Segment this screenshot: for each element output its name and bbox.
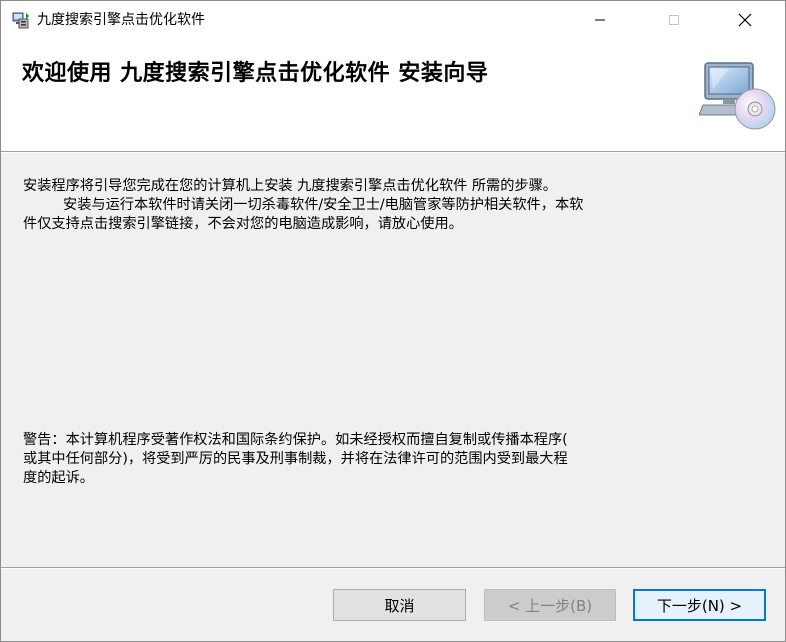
installer-icon bbox=[11, 10, 31, 30]
warning-line: 度的起诉。 bbox=[23, 470, 94, 486]
cancel-button[interactable]: 取消 bbox=[333, 589, 466, 621]
intro-line: 安装程序将引导您完成在您的计算机上安装 九度搜索引擎点击优化软件 所需的步骤。 bbox=[23, 178, 557, 194]
footer-divider bbox=[1, 567, 785, 569]
minimize-icon bbox=[594, 14, 606, 26]
close-icon bbox=[738, 13, 752, 27]
intro-line: 件仅支持点击搜索引擎链接，不会对您的电脑造成影响，请放心使用。 bbox=[23, 216, 463, 232]
warning-line: 或其中任何部分)，将受到严厉的民事及刑事制裁，并将在法律许可的范围内受到最大程 bbox=[23, 451, 568, 467]
window-title: 九度搜索引擎点击优化软件 bbox=[37, 12, 205, 28]
intro-line: 安装与运行本软件时请关闭一切杀毒软件/安全卫士/电脑管家等防护相关软件，本软 bbox=[63, 197, 584, 213]
intro-text: 安装程序将引导您完成在您的计算机上安装 九度搜索引擎点击优化软件 所需的步骤。 … bbox=[23, 177, 768, 234]
back-button: < 上一步(B) bbox=[484, 589, 616, 621]
next-button[interactable]: 下一步(N) > bbox=[633, 589, 766, 621]
installer-window: 九度搜索引擎点击优化软件 欢迎使用 九度搜索引擎点击优化软件 安装向导 安装程序… bbox=[0, 0, 786, 642]
maximize-button bbox=[651, 1, 697, 39]
computer-cd-icon bbox=[698, 59, 777, 131]
header-divider bbox=[1, 151, 785, 153]
maximize-icon bbox=[668, 14, 680, 26]
warning-line: 警告：本计算机程序受著作权法和国际条约保护。如未经授权而擅自复制或传播本程序( bbox=[23, 432, 568, 448]
title-bar[interactable]: 九度搜索引擎点击优化软件 bbox=[1, 1, 785, 39]
copyright-warning: 警告：本计算机程序受著作权法和国际条约保护。如未经授权而擅自复制或传播本程序( … bbox=[23, 431, 768, 488]
wizard-title: 欢迎使用 九度搜索引擎点击优化软件 安装向导 bbox=[22, 61, 489, 86]
wizard-header: 欢迎使用 九度搜索引擎点击优化软件 安装向导 bbox=[1, 39, 785, 151]
close-button[interactable] bbox=[722, 1, 768, 39]
minimize-button[interactable] bbox=[577, 1, 623, 39]
